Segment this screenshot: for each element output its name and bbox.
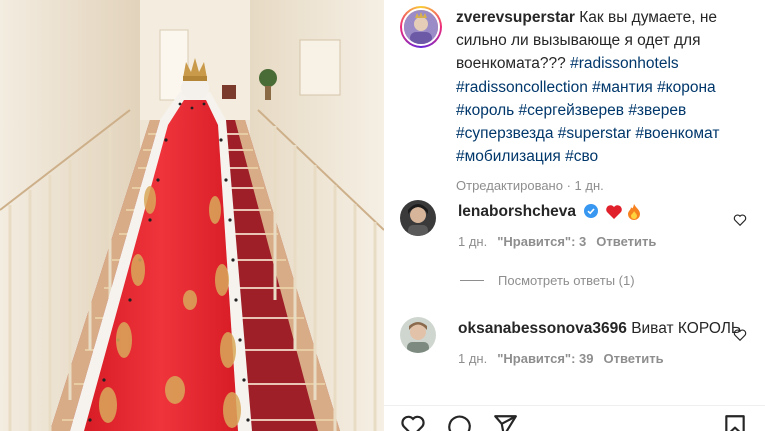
comment-time[interactable]: 1 дн. bbox=[458, 347, 487, 370]
hashtag-link[interactable]: #radissoncollection bbox=[456, 79, 588, 96]
post-photo[interactable] bbox=[0, 0, 384, 431]
hashtag-link[interactable]: #superstar bbox=[558, 125, 631, 142]
hashtag-link[interactable]: #сво bbox=[565, 148, 598, 165]
post-photo-illustration bbox=[0, 0, 384, 431]
edited-label: Отредактировано bbox=[456, 178, 563, 194]
hashtag-link[interactable]: #мобилизация bbox=[456, 148, 561, 165]
view-replies-label: Посмотреть ответы (1) bbox=[498, 273, 635, 288]
fire-emoji-icon bbox=[627, 203, 640, 220]
comment-item: oksanabessonova3696 Виват КОРОЛЬ 1 дн. "… bbox=[400, 317, 755, 370]
author-avatar[interactable] bbox=[400, 6, 442, 48]
hashtag-link[interactable]: #корона bbox=[657, 79, 716, 96]
hashtag-link[interactable]: #военкомат bbox=[635, 125, 719, 142]
comment-username[interactable]: oksanabessonova3696 bbox=[458, 320, 627, 337]
hashtag-link[interactable]: #король bbox=[456, 102, 514, 119]
author-avatar-image bbox=[404, 10, 438, 44]
commenter-avatar[interactable] bbox=[400, 317, 436, 353]
hashtag-link[interactable]: #мантия bbox=[592, 79, 653, 96]
hashtag-link[interactable]: #суперзвезда bbox=[456, 125, 553, 142]
post-timestamp[interactable]: 1 дн. bbox=[575, 178, 604, 193]
commenter-avatar[interactable] bbox=[400, 200, 436, 236]
hashtag-link[interactable]: #сергейзверев bbox=[519, 102, 624, 119]
comment-likes[interactable]: "Нравится": 3 bbox=[497, 230, 586, 253]
comment-like-heart-icon[interactable] bbox=[733, 328, 747, 342]
comment-item: lenaborshcheva 1 дн. "Нравится": 3 Ответ… bbox=[400, 200, 755, 253]
like-icon[interactable] bbox=[400, 413, 426, 431]
reply-button[interactable]: Ответить bbox=[604, 347, 664, 370]
view-replies-button[interactable]: Посмотреть ответы (1) bbox=[460, 273, 635, 288]
post-action-bar bbox=[384, 405, 765, 431]
post-caption: zverevsuperstar Как вы думаете, не сильн… bbox=[400, 6, 755, 198]
commenter-avatar-image bbox=[400, 317, 436, 353]
comment-username[interactable]: lenaborshcheva bbox=[458, 203, 576, 220]
hashtag-link[interactable]: #radissonhotels bbox=[570, 55, 679, 72]
hashtag-link[interactable]: #зверев bbox=[628, 102, 686, 119]
comment-icon[interactable] bbox=[446, 413, 472, 431]
post-author-username[interactable]: zverevsuperstar bbox=[456, 9, 575, 26]
view-replies-divider bbox=[460, 280, 484, 281]
red-heart-emoji-icon bbox=[605, 205, 622, 219]
post-details-panel: zverevsuperstar Как вы думаете, не сильн… bbox=[384, 0, 765, 431]
commenter-avatar-image bbox=[400, 200, 436, 236]
comment-time[interactable]: 1 дн. bbox=[458, 230, 487, 253]
save-icon[interactable] bbox=[722, 413, 748, 431]
comment-like-heart-icon[interactable] bbox=[733, 213, 747, 227]
comment-likes[interactable]: "Нравится": 39 bbox=[497, 347, 593, 370]
verified-badge-icon bbox=[584, 203, 599, 218]
comment-text: Виват КОРОЛЬ bbox=[631, 320, 742, 337]
share-icon[interactable] bbox=[492, 413, 518, 431]
reply-button[interactable]: Ответить bbox=[596, 230, 656, 253]
